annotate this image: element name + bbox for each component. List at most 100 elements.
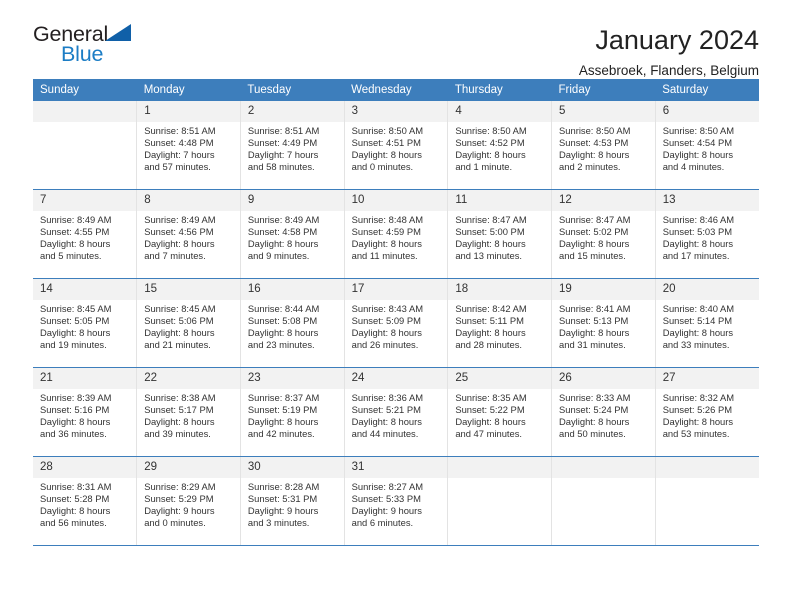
calendar-day-cell[interactable]: 24 Sunrise: 8:36 AM Sunset: 5:21 PM Dayligh… [344, 367, 449, 457]
general-blue-logo[interactable]: General Blue [33, 22, 148, 68]
sunset-text: Sunset: 4:53 PM [559, 136, 629, 148]
daylight-text-line1: Daylight: 8 hours [662, 148, 734, 160]
daylight-text-line2: and 3 minutes. [247, 516, 310, 528]
daylight-text-line1: Daylight: 8 hours [40, 415, 111, 427]
day-number [552, 457, 655, 478]
daylight-text-line1: Daylight: 9 hours [351, 504, 422, 516]
calendar-week-row: 1 Sunrise: 8:51 AM Sunset: 4:48 PM Daylight… [33, 101, 759, 190]
sunrise-text: Sunrise: 8:46 AM [662, 214, 735, 225]
day-number: 26 [552, 368, 655, 389]
sunrise-text: Sunrise: 8:39 AM [40, 392, 112, 403]
calendar-day-cell[interactable]: 8 Sunrise: 8:49 AM Sunset: 4:56 PM Daylight… [136, 189, 241, 279]
day-number: 12 [552, 190, 655, 211]
calendar-day-cell[interactable]: 17 Sunrise: 8:43 AM Sunset: 5:09 PM Dayligh… [344, 278, 449, 368]
page-header: General Blue January 2024 Assebroek, Fla… [33, 0, 759, 78]
calendar-day-cell[interactable]: 9 Sunrise: 8:49 AM Sunset: 4:58 PM Daylight… [240, 189, 345, 279]
daylight-text-line2: and 15 minutes. [559, 249, 626, 261]
calendar-day-cell[interactable]: 7 Sunrise: 8:49 AM Sunset: 4:55 PM Daylight… [33, 189, 138, 279]
sunset-text: Sunset: 4:51 PM [351, 136, 421, 148]
calendar-day-cell[interactable]: 5 Sunrise: 8:50 AM Sunset: 4:53 PM Daylight… [551, 101, 656, 190]
sunset-text: Sunset: 5:06 PM [144, 314, 214, 326]
calendar-day-cell[interactable]: 12 Sunrise: 8:47 AM Sunset: 5:02 PM Dayligh… [551, 189, 656, 279]
page-title: January 2024 [595, 25, 759, 55]
daylight-text-line2: and 21 minutes. [144, 338, 211, 350]
calendar-day-cell[interactable]: 2 Sunrise: 8:51 AM Sunset: 4:49 PM Daylight… [240, 101, 345, 190]
daylight-text-line1: Daylight: 8 hours [144, 326, 215, 338]
calendar-day-cell[interactable]: 19 Sunrise: 8:41 AM Sunset: 5:13 PM Dayligh… [551, 278, 656, 368]
day-info: Sunrise: 8:39 AM Sunset: 5:16 PM Daylight:… [33, 389, 136, 440]
sunset-text: Sunset: 5:16 PM [40, 403, 110, 415]
sunset-text: Sunset: 4:56 PM [144, 225, 214, 237]
calendar-day-cell[interactable]: 4 Sunrise: 8:50 AM Sunset: 4:52 PM Daylight… [447, 101, 553, 190]
day-number [448, 457, 552, 478]
weekday-header-wednesday: Wednesday [344, 79, 448, 101]
calendar-day-cell[interactable]: 14 Sunrise: 8:45 AM Sunset: 5:05 PM Dayligh… [33, 278, 138, 368]
calendar-day-cell[interactable]: 21 Sunrise: 8:39 AM Sunset: 5:16 PM Dayligh… [33, 367, 138, 457]
day-info: Sunrise: 8:51 AM Sunset: 4:48 PM Daylight:… [137, 122, 240, 173]
daylight-text-line2: and 53 minutes. [662, 427, 730, 439]
calendar-week-row: 14 Sunrise: 8:45 AM Sunset: 5:05 PM Dayligh… [33, 278, 759, 368]
calendar-day-cell[interactable]: 16 Sunrise: 8:44 AM Sunset: 5:08 PM Dayligh… [240, 278, 345, 368]
calendar-day-cell[interactable]: 23 Sunrise: 8:37 AM Sunset: 5:19 PM Dayligh… [240, 367, 345, 457]
daylight-text-line1: Daylight: 8 hours [559, 415, 630, 427]
sunset-text: Sunset: 5:22 PM [455, 403, 525, 415]
calendar-day-cell[interactable]: 18 Sunrise: 8:42 AM Sunset: 5:11 PM Dayligh… [447, 278, 553, 368]
day-info: Sunrise: 8:29 AM Sunset: 5:29 PM Daylight:… [137, 478, 240, 529]
day-number: 30 [240, 457, 344, 478]
sunset-text: Sunset: 4:49 PM [247, 136, 318, 148]
day-info: Sunrise: 8:49 AM Sunset: 4:56 PM Daylight:… [137, 211, 240, 262]
day-number: 31 [344, 457, 448, 478]
sunrise-text: Sunrise: 8:40 AM [662, 303, 735, 314]
sunset-text: Sunset: 5:29 PM [144, 492, 214, 504]
calendar-day-cell[interactable]: 6 Sunrise: 8:50 AM Sunset: 4:54 PM Daylight… [655, 101, 759, 190]
page-subtitle: Assebroek, Flanders, Belgium [578, 63, 759, 78]
sunrise-text: Sunrise: 8:38 AM [144, 392, 216, 403]
calendar-day-cell[interactable]: 20 Sunrise: 8:40 AM Sunset: 5:14 PM Dayligh… [655, 278, 759, 368]
calendar-day-cell[interactable]: 11 Sunrise: 8:47 AM Sunset: 5:00 PM Dayligh… [447, 189, 553, 279]
calendar-day-cell[interactable]: 26 Sunrise: 8:33 AM Sunset: 5:24 PM Dayligh… [551, 367, 656, 457]
daylight-text-line1: Daylight: 8 hours [40, 326, 111, 338]
calendar-day-cell[interactable]: 29 Sunrise: 8:29 AM Sunset: 5:29 PM Dayligh… [136, 456, 241, 546]
day-number: 1 [137, 101, 240, 122]
daylight-text-line1: Daylight: 8 hours [247, 326, 319, 338]
daylight-text-line2: and 5 minutes. [40, 249, 102, 261]
day-number: 28 [33, 457, 137, 478]
day-number: 7 [33, 190, 137, 211]
weekday-header-friday: Friday [551, 79, 656, 101]
calendar-day-cell[interactable]: 27 Sunrise: 8:32 AM Sunset: 5:26 PM Dayligh… [655, 367, 759, 457]
daylight-text-line2: and 4 minutes. [662, 160, 725, 172]
day-info: Sunrise: 8:42 AM Sunset: 5:11 PM Daylight:… [448, 300, 551, 351]
sunrise-text: Sunrise: 8:50 AM [455, 125, 527, 136]
calendar-day-cell[interactable]: 3 Sunrise: 8:50 AM Sunset: 4:51 PM Daylight… [344, 101, 449, 190]
sunrise-text: Sunrise: 8:31 AM [40, 481, 112, 492]
daylight-text-line1: Daylight: 8 hours [559, 237, 630, 249]
daylight-text-line2: and 17 minutes. [662, 249, 730, 261]
calendar-day-cell[interactable]: 25 Sunrise: 8:35 AM Sunset: 5:22 PM Dayligh… [447, 367, 553, 457]
sunset-text: Sunset: 5:17 PM [144, 403, 214, 415]
day-number: 9 [240, 190, 344, 211]
calendar-day-cell[interactable]: 28 Sunrise: 8:31 AM Sunset: 5:28 PM Dayligh… [33, 456, 138, 546]
sunset-text: Sunset: 4:48 PM [144, 136, 214, 148]
calendar-day-cell[interactable]: 15 Sunrise: 8:45 AM Sunset: 5:06 PM Dayligh… [136, 278, 241, 368]
daylight-text-line2: and 2 minutes. [559, 160, 621, 172]
calendar-day-cell[interactable]: 1 Sunrise: 8:51 AM Sunset: 4:48 PM Daylight… [136, 101, 241, 190]
calendar-day-cell[interactable]: 13 Sunrise: 8:46 AM Sunset: 5:03 PM Dayligh… [655, 189, 759, 279]
sunrise-text: Sunrise: 8:49 AM [40, 214, 112, 225]
calendar-day-cell[interactable]: 22 Sunrise: 8:38 AM Sunset: 5:17 PM Dayligh… [136, 367, 241, 457]
calendar-day-cell[interactable]: 10 Sunrise: 8:48 AM Sunset: 4:59 PM Dayligh… [344, 189, 449, 279]
calendar-day-cell[interactable]: 31 Sunrise: 8:27 AM Sunset: 5:33 PM Dayligh… [344, 456, 449, 546]
calendar-page: General Blue January 2024 Assebroek, Fla… [0, 0, 792, 612]
sunset-text: Sunset: 5:24 PM [559, 403, 629, 415]
daylight-text-line1: Daylight: 8 hours [351, 237, 422, 249]
daylight-text-line1: Daylight: 8 hours [351, 415, 422, 427]
day-info: Sunrise: 8:47 AM Sunset: 5:00 PM Daylight:… [448, 211, 551, 262]
sunrise-text: Sunrise: 8:36 AM [351, 392, 424, 403]
sunrise-text: Sunrise: 8:45 AM [40, 303, 112, 314]
day-number [655, 457, 759, 478]
daylight-text-line2: and 39 minutes. [144, 427, 211, 439]
calendar-day-cell[interactable]: 30 Sunrise: 8:28 AM Sunset: 5:31 PM Dayligh… [240, 456, 345, 546]
sunrise-text: Sunrise: 8:49 AM [247, 214, 320, 225]
daylight-text-line1: Daylight: 8 hours [40, 237, 111, 249]
daylight-text-line1: Daylight: 7 hours [144, 148, 215, 160]
daylight-text-line1: Daylight: 8 hours [559, 326, 630, 338]
